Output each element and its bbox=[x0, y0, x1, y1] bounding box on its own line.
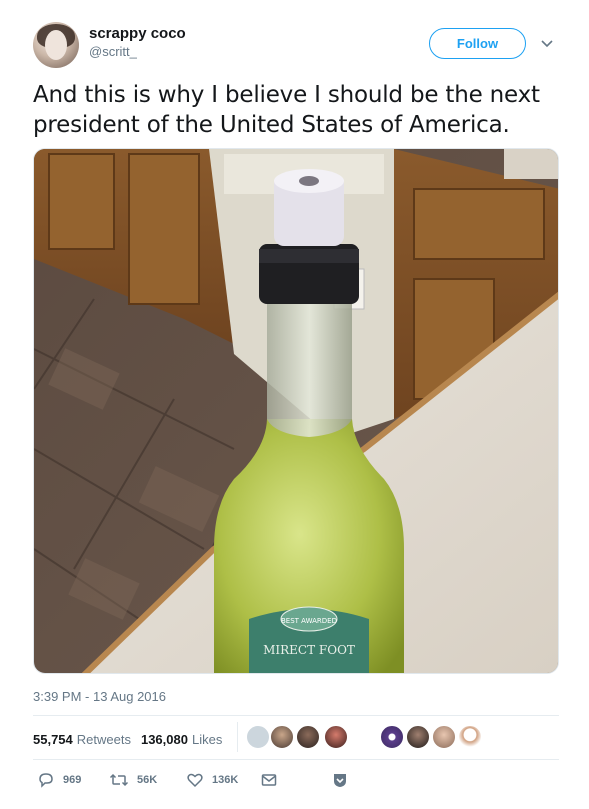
like-count: 136K bbox=[212, 774, 239, 786]
user-handle[interactable]: @scritt_ bbox=[89, 44, 137, 59]
retweets-label[interactable]: Retweets bbox=[77, 732, 131, 747]
tweet-media[interactable]: BEST AWARDED MIRECT FOOT bbox=[33, 148, 559, 674]
tweet-header: scrappy coco @scritt_ Follow bbox=[33, 22, 563, 70]
likes-label[interactable]: Likes bbox=[192, 732, 222, 747]
liker-avatar[interactable] bbox=[270, 725, 294, 749]
display-name[interactable]: scrappy coco bbox=[89, 25, 186, 42]
tweet-stats: 55,754 Retweets 136,080 Likes bbox=[33, 729, 232, 749]
tweet-text: And this is why I believe I should be th… bbox=[33, 82, 540, 138]
bottle-label-text: MIRECT FOOT bbox=[263, 643, 355, 657]
divider bbox=[33, 759, 559, 760]
liker-avatar[interactable] bbox=[246, 725, 270, 749]
liker-avatar[interactable] bbox=[296, 725, 320, 749]
follow-button[interactable]: Follow bbox=[429, 28, 526, 59]
reply-count: 969 bbox=[63, 774, 82, 786]
liker-avatar[interactable] bbox=[458, 725, 482, 749]
divider bbox=[33, 715, 559, 716]
direct-message-button[interactable] bbox=[260, 771, 286, 789]
media-photo: BEST AWARDED MIRECT FOOT bbox=[34, 149, 558, 673]
chevron-down-icon[interactable] bbox=[540, 36, 554, 50]
envelope-icon bbox=[261, 774, 277, 786]
retweet-count: 56K bbox=[137, 774, 158, 786]
avatar[interactable] bbox=[33, 22, 79, 68]
tweet-actions: 969 56K 136K bbox=[33, 771, 373, 793]
retweets-count[interactable]: 55,754 bbox=[33, 732, 73, 747]
retweet-icon bbox=[109, 773, 129, 787]
tweet-options-button[interactable] bbox=[331, 771, 357, 789]
reply-button[interactable]: 969 bbox=[37, 771, 81, 789]
heart-icon bbox=[187, 773, 203, 788]
likes-count[interactable]: 136,080 bbox=[141, 732, 188, 747]
liker-avatar[interactable] bbox=[380, 725, 404, 749]
liker-avatar[interactable] bbox=[324, 725, 348, 749]
bottle-badge-text: BEST AWARDED bbox=[281, 617, 337, 625]
like-button[interactable]: 136K bbox=[186, 771, 238, 789]
stats-separator bbox=[237, 722, 238, 752]
liker-avatar[interactable] bbox=[432, 725, 456, 749]
shield-chevron-icon bbox=[334, 774, 346, 787]
retweet-button[interactable]: 56K bbox=[109, 771, 157, 789]
liker-avatar[interactable] bbox=[406, 725, 430, 749]
reply-icon bbox=[39, 773, 53, 788]
tweet-timestamp[interactable]: 3:39 PM - 13 Aug 2016 bbox=[33, 689, 166, 704]
avatar-face bbox=[45, 30, 67, 60]
